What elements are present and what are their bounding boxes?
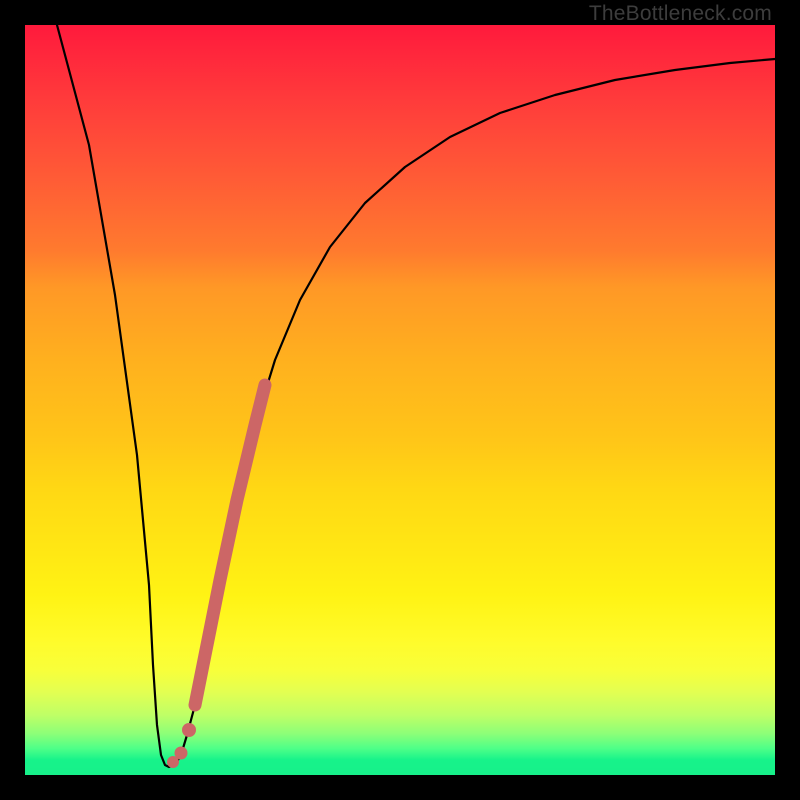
highlight-dot xyxy=(175,747,188,760)
main-curve xyxy=(57,25,775,767)
watermark-text: TheBottleneck.com xyxy=(589,2,772,26)
curve-layer xyxy=(25,25,775,775)
plot-area xyxy=(25,25,775,775)
highlight-dot xyxy=(182,723,196,737)
highlight-segment xyxy=(195,385,265,705)
chart-frame: TheBottleneck.com xyxy=(0,0,800,800)
